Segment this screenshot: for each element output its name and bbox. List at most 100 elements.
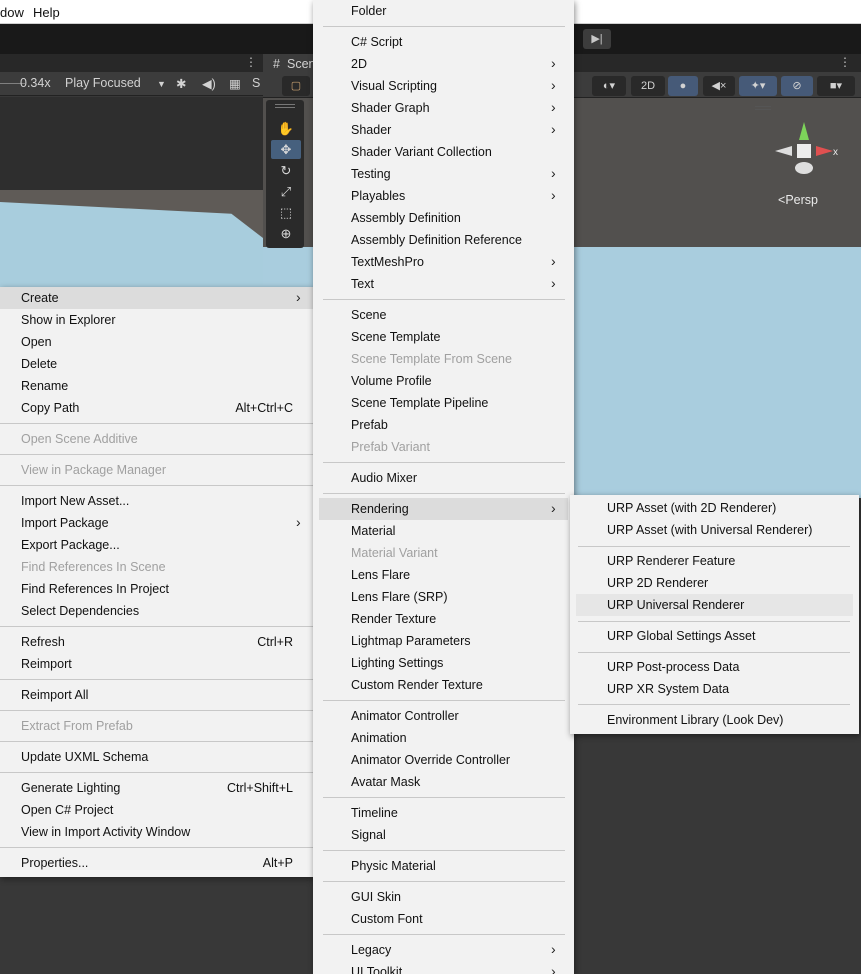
toggle-2d-button[interactable]: 2D	[631, 76, 665, 96]
persp-label[interactable]: <Persp	[778, 193, 818, 207]
camera-icon[interactable]: ■▾	[817, 76, 855, 96]
menu-item-text[interactable]: Text ›	[313, 273, 574, 295]
rotate-tool-icon[interactable]: ↻	[271, 161, 301, 180]
menu-item-assembly-definition-reference[interactable]: Assembly Definition Reference	[313, 229, 574, 251]
menu-item-shader-variant-collection[interactable]: Shader Variant Collection	[313, 141, 574, 163]
menu-item-open[interactable]: Open	[0, 331, 313, 353]
menu-item-generate-lighting[interactable]: Generate Lighting Ctrl+Shift+L	[0, 777, 313, 799]
menu-item-scene[interactable]: Scene	[313, 304, 574, 326]
menu-window[interactable]: dow	[0, 5, 24, 20]
step-button[interactable]: ▶|	[583, 29, 611, 49]
menu-item-2d[interactable]: 2D ›	[313, 53, 574, 75]
menu-item-signal[interactable]: Signal	[313, 824, 574, 846]
menu-item-shader[interactable]: Shader ›	[313, 119, 574, 141]
chevron-right-icon: ›	[551, 187, 556, 203]
menu-item-timeline[interactable]: Timeline	[313, 802, 574, 824]
menu-item-find-references-in-project[interactable]: Find References In Project	[0, 578, 313, 600]
draw-mode-icon[interactable]: ◐▾	[592, 76, 626, 96]
effects-icon[interactable]: ✦▾	[739, 76, 777, 96]
scale-tool-icon[interactable]: ⤢	[271, 182, 301, 201]
menu-item-custom-font[interactable]: Custom Font	[313, 908, 574, 930]
menu-item-urp-2d-renderer[interactable]: URP 2D Renderer	[570, 572, 859, 594]
menu-item-open-c-project[interactable]: Open C# Project	[0, 799, 313, 821]
more-options-icon[interactable]: ⋮	[839, 55, 851, 69]
menu-item-custom-render-texture[interactable]: Custom Render Texture	[313, 674, 574, 696]
menu-item-c-script[interactable]: C# Script	[313, 31, 574, 53]
menu-item-visual-scripting[interactable]: Visual Scripting ›	[313, 75, 574, 97]
grid-icon[interactable]: ▦	[229, 76, 241, 91]
menu-item-physic-material[interactable]: Physic Material	[313, 855, 574, 877]
menu-item-render-texture[interactable]: Render Texture	[313, 608, 574, 630]
menu-item-export-package[interactable]: Export Package...	[0, 534, 313, 556]
menu-item-animator-override-controller[interactable]: Animator Override Controller	[313, 749, 574, 771]
menu-item-volume-profile[interactable]: Volume Profile	[313, 370, 574, 392]
menu-item-assembly-definition[interactable]: Assembly Definition	[313, 207, 574, 229]
menu-item-rename[interactable]: Rename	[0, 375, 313, 397]
chevron-down-icon[interactable]: ▼	[157, 79, 166, 89]
menu-item-urp-asset-with-universal-renderer[interactable]: URP Asset (with Universal Renderer)	[570, 519, 859, 541]
transform-tool-icon[interactable]: ⊕	[271, 224, 301, 243]
play-mode-dropdown[interactable]: Play Focused	[65, 76, 141, 90]
menu-item-lens-flare-srp[interactable]: Lens Flare (SRP)	[313, 586, 574, 608]
hand-tool-icon[interactable]: ✋	[271, 119, 301, 138]
audio-mute-icon[interactable]: ◀×	[703, 76, 735, 96]
menu-item-scene-template[interactable]: Scene Template	[313, 326, 574, 348]
orientation-gizmo-icon[interactable]: x	[770, 118, 840, 188]
menu-item-import-new-asset[interactable]: Import New Asset...	[0, 490, 313, 512]
menu-item-properties[interactable]: Properties... Alt+P	[0, 852, 313, 874]
menu-separator	[0, 423, 313, 424]
menu-item-copy-path[interactable]: Copy Path Alt+Ctrl+C	[0, 397, 313, 419]
visibility-icon[interactable]: ⊘	[781, 76, 813, 96]
menu-item-create[interactable]: Create ›	[0, 287, 313, 309]
stats-button[interactable]: S	[252, 76, 260, 90]
menu-item-testing[interactable]: Testing ›	[313, 163, 574, 185]
menu-item-reimport-all[interactable]: Reimport All	[0, 684, 313, 706]
menu-item-select-dependencies[interactable]: Select Dependencies	[0, 600, 313, 622]
menu-item-audio-mixer[interactable]: Audio Mixer	[313, 467, 574, 489]
menu-item-environment-library-look-dev[interactable]: Environment Library (Look Dev)	[570, 709, 859, 731]
menu-item-animation[interactable]: Animation	[313, 727, 574, 749]
menu-item-lens-flare[interactable]: Lens Flare	[313, 564, 574, 586]
menu-item-urp-xr-system-data[interactable]: URP XR System Data	[570, 678, 859, 700]
menu-item-import-package[interactable]: Import Package ›	[0, 512, 313, 534]
menu-item-view-in-import-activity-window[interactable]: View in Import Activity Window	[0, 821, 313, 843]
menu-item-delete[interactable]: Delete	[0, 353, 313, 375]
menu-item-urp-renderer-feature[interactable]: URP Renderer Feature	[570, 550, 859, 572]
menu-item-label: Scene Template From Scene	[351, 352, 512, 366]
audio-icon[interactable]: ◀)	[202, 76, 216, 91]
menu-item-reimport[interactable]: Reimport	[0, 653, 313, 675]
menu-item-animator-controller[interactable]: Animator Controller	[313, 705, 574, 727]
overlay-handle-icon[interactable]	[755, 106, 771, 110]
menu-item-scene-template-pipeline[interactable]: Scene Template Pipeline	[313, 392, 574, 414]
bug-icon[interactable]: ✱	[176, 76, 186, 91]
center-pivot-icon[interactable]: ▢	[282, 76, 310, 96]
menu-item-urp-asset-with-2d-renderer[interactable]: URP Asset (with 2D Renderer)	[570, 497, 859, 519]
move-tool-icon[interactable]: ✥	[271, 140, 301, 159]
menu-item-legacy[interactable]: Legacy ›	[313, 939, 574, 961]
menu-item-refresh[interactable]: Refresh Ctrl+R	[0, 631, 313, 653]
menu-item-urp-global-settings-asset[interactable]: URP Global Settings Asset	[570, 625, 859, 647]
menu-item-label: Legacy	[351, 943, 392, 957]
menu-item-urp-universal-renderer[interactable]: URP Universal Renderer	[576, 594, 853, 616]
menu-item-material[interactable]: Material	[313, 520, 574, 542]
menu-item-lighting-settings[interactable]: Lighting Settings	[313, 652, 574, 674]
menu-item-show-in-explorer[interactable]: Show in Explorer	[0, 309, 313, 331]
menu-item-ui-toolkit[interactable]: UI Toolkit ›	[313, 961, 574, 974]
tab-scene[interactable]: # Scen	[263, 54, 316, 74]
menu-item-prefab[interactable]: Prefab	[313, 414, 574, 436]
menu-item-folder[interactable]: Folder	[313, 0, 574, 22]
drag-handle-icon[interactable]	[275, 104, 295, 108]
menu-item-shader-graph[interactable]: Shader Graph ›	[313, 97, 574, 119]
menu-item-gui-skin[interactable]: GUI Skin	[313, 886, 574, 908]
menu-item-update-uxml-schema[interactable]: Update UXML Schema	[0, 746, 313, 768]
lighting-icon[interactable]: ●	[668, 76, 698, 96]
menu-item-lightmap-parameters[interactable]: Lightmap Parameters	[313, 630, 574, 652]
menu-item-avatar-mask[interactable]: Avatar Mask	[313, 771, 574, 793]
menu-item-urp-post-process-data[interactable]: URP Post-process Data	[570, 656, 859, 678]
rect-tool-icon[interactable]: ⬚	[271, 203, 301, 222]
menu-item-rendering[interactable]: Rendering ›	[319, 498, 568, 520]
menu-item-playables[interactable]: Playables ›	[313, 185, 574, 207]
more-options-icon[interactable]: ⋮	[245, 55, 257, 69]
menu-item-textmeshpro[interactable]: TextMeshPro ›	[313, 251, 574, 273]
menu-help[interactable]: Help	[33, 5, 60, 20]
